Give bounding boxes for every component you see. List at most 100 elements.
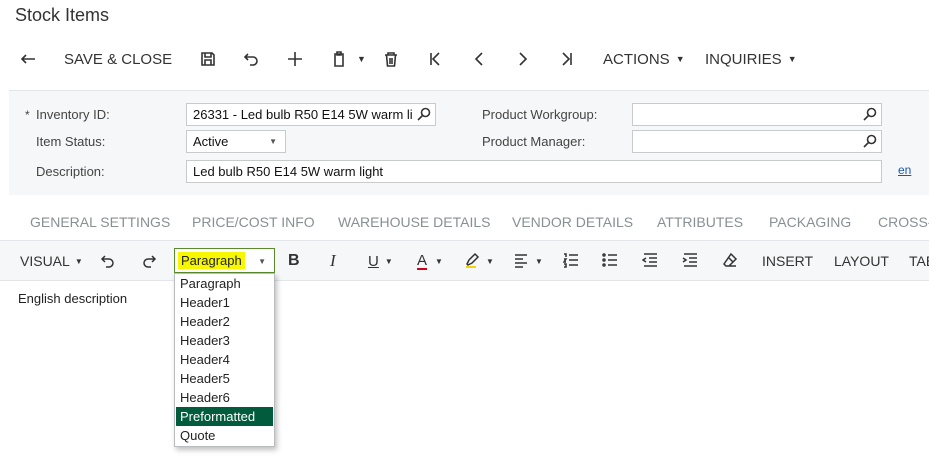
tab-vendor-details[interactable]: VENDOR DETAILS bbox=[512, 214, 633, 230]
bold-button[interactable]: B bbox=[288, 252, 300, 270]
font-color-label: A bbox=[417, 251, 428, 270]
page-title: Stock Items bbox=[15, 5, 110, 25]
copy-paste-button[interactable]: ▼ bbox=[327, 48, 366, 70]
editor-redo-button[interactable] bbox=[141, 252, 157, 270]
align-left-icon bbox=[513, 252, 529, 271]
floppy-disk-icon bbox=[196, 48, 220, 70]
style-option-header1[interactable]: Header1 bbox=[176, 293, 273, 312]
product-workgroup-field[interactable] bbox=[632, 103, 882, 126]
chevron-down-icon: ▼ bbox=[357, 54, 366, 64]
style-option-quote[interactable]: Quote bbox=[176, 426, 273, 445]
inventory-id-label: Inventory ID: bbox=[36, 107, 110, 122]
chevron-down-icon: ▼ bbox=[435, 256, 443, 266]
language-link[interactable]: en bbox=[898, 163, 911, 177]
paragraph-style-dropdown: Paragraph Header1 Header2 Header3 Header… bbox=[174, 273, 275, 447]
item-status-label: Item Status: bbox=[36, 134, 106, 149]
arrow-left-icon bbox=[16, 48, 40, 70]
indent-icon bbox=[682, 252, 698, 271]
inventory-id-field[interactable]: 26331 - Led bulb R50 E14 5W warm li bbox=[186, 103, 436, 126]
trash-icon bbox=[379, 48, 403, 70]
chevron-down-icon: ▼ bbox=[269, 137, 277, 146]
description-value: Led bulb R50 E14 5W warm light bbox=[193, 164, 384, 179]
style-option-header5[interactable]: Header5 bbox=[176, 369, 273, 388]
description-label: Description: bbox=[36, 164, 105, 179]
tab-cross-reference[interactable]: CROSS- bbox=[878, 214, 929, 230]
product-manager-field[interactable] bbox=[632, 130, 882, 153]
style-option-header4[interactable]: Header4 bbox=[176, 350, 273, 369]
chevron-down-icon: ▼ bbox=[384, 256, 393, 266]
clipboard-icon bbox=[327, 48, 351, 70]
chevron-down-icon: ▼ bbox=[486, 256, 494, 266]
paragraph-style-value: Paragraph bbox=[178, 252, 245, 269]
product-workgroup-label: Product Workgroup: bbox=[482, 107, 598, 122]
highlight-color-button[interactable]: ▼ bbox=[464, 252, 494, 270]
chevron-down-icon: ▼ bbox=[74, 256, 83, 266]
add-button[interactable] bbox=[283, 48, 307, 70]
clear-format-button[interactable] bbox=[722, 252, 738, 270]
first-page-icon bbox=[423, 48, 447, 70]
save-button[interactable] bbox=[196, 48, 220, 70]
numbered-list-button[interactable] bbox=[562, 252, 579, 271]
item-status-value: Active bbox=[193, 134, 229, 149]
tab-general-settings[interactable]: GENERAL SETTINGS bbox=[30, 214, 170, 230]
actions-menu[interactable]: ACTIONS ▼ bbox=[603, 48, 685, 70]
chevron-right-icon bbox=[511, 48, 535, 70]
tab-attributes[interactable]: ATTRIBUTES bbox=[657, 214, 743, 230]
eraser-icon bbox=[722, 252, 738, 271]
inquiries-label: INQUIRIES bbox=[705, 50, 782, 68]
last-record-button[interactable] bbox=[555, 48, 579, 70]
search-icon[interactable] bbox=[863, 134, 877, 148]
save-close-button[interactable]: SAVE & CLOSE bbox=[64, 48, 172, 70]
tab-warehouse-details[interactable]: WAREHOUSE DETAILS bbox=[338, 214, 490, 230]
layout-menu[interactable]: LAYOUT bbox=[834, 252, 889, 270]
editor-undo-button[interactable] bbox=[100, 252, 116, 270]
visual-mode-menu[interactable]: VISUAL ▼ bbox=[20, 252, 83, 270]
delete-button[interactable] bbox=[379, 48, 403, 70]
paragraph-style-select[interactable]: Paragraph ▼ bbox=[174, 248, 275, 273]
next-record-button[interactable] bbox=[511, 48, 535, 70]
underline-label: U bbox=[368, 252, 379, 270]
underline-button[interactable]: U ▼ bbox=[368, 252, 393, 270]
item-status-select[interactable]: Active ▼ bbox=[186, 130, 286, 153]
indent-button[interactable] bbox=[682, 252, 698, 270]
chevron-down-icon: ▼ bbox=[787, 54, 797, 64]
chevron-down-icon: ▼ bbox=[535, 256, 543, 266]
outdent-icon bbox=[641, 252, 658, 271]
description-field[interactable]: Led bulb R50 E14 5W warm light bbox=[186, 160, 882, 183]
font-color-button[interactable]: A ▼ bbox=[417, 252, 443, 270]
style-option-paragraph[interactable]: Paragraph bbox=[176, 274, 273, 293]
undo-icon bbox=[100, 252, 116, 271]
insert-menu[interactable]: INSERT bbox=[762, 252, 813, 270]
previous-record-button[interactable] bbox=[467, 48, 491, 70]
visual-label: VISUAL bbox=[20, 253, 70, 269]
plus-icon bbox=[283, 48, 307, 70]
style-option-header3[interactable]: Header3 bbox=[176, 331, 273, 350]
style-option-header6[interactable]: Header6 bbox=[176, 388, 273, 407]
product-manager-label: Product Manager: bbox=[482, 134, 586, 149]
tab-packaging[interactable]: PACKAGING bbox=[769, 214, 851, 230]
highlighter-icon bbox=[464, 252, 480, 271]
last-page-icon bbox=[555, 48, 579, 70]
style-option-preformatted[interactable]: Preformatted bbox=[176, 407, 273, 426]
align-menu-button[interactable]: ▼ bbox=[513, 252, 543, 270]
inquiries-menu[interactable]: INQUIRIES ▼ bbox=[705, 48, 797, 70]
actions-label: ACTIONS bbox=[603, 50, 670, 68]
search-icon[interactable] bbox=[863, 107, 877, 121]
table-menu[interactable]: TAE bbox=[909, 252, 929, 270]
undo-button[interactable] bbox=[239, 48, 263, 70]
numbered-list-icon bbox=[562, 252, 579, 271]
first-record-button[interactable] bbox=[423, 48, 447, 70]
italic-button[interactable]: I bbox=[330, 251, 336, 270]
bullet-list-button[interactable] bbox=[602, 252, 618, 270]
editor-content[interactable]: English description bbox=[18, 291, 127, 306]
redo-icon bbox=[141, 252, 157, 271]
outdent-button[interactable] bbox=[641, 252, 658, 271]
required-marker: * bbox=[25, 108, 30, 122]
chevron-left-icon bbox=[467, 48, 491, 70]
bullet-list-icon bbox=[602, 252, 618, 271]
search-icon[interactable] bbox=[417, 107, 431, 121]
tab-price-cost-info[interactable]: PRICE/COST INFO bbox=[192, 214, 315, 230]
inventory-id-value: 26331 - Led bulb R50 E14 5W warm li bbox=[193, 107, 413, 122]
style-option-header2[interactable]: Header2 bbox=[176, 312, 273, 331]
back-button[interactable] bbox=[16, 48, 40, 70]
